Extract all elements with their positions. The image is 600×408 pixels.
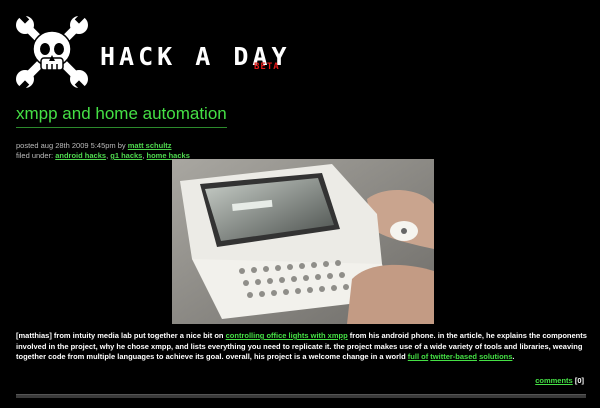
twitter-based-link[interactable]: twitter-based (430, 352, 477, 361)
post-image-phone (172, 159, 434, 324)
post-divider (16, 394, 586, 398)
comments-count: [0] (574, 376, 584, 385)
post-byline: posted aug 28th 2009 5:45pm by matt schu… (16, 141, 586, 151)
post-title-link[interactable]: xmpp and home automation (16, 104, 227, 128)
body-text-end: . (512, 352, 515, 361)
category-link-g1-hacks[interactable]: g1 hacks (110, 151, 142, 160)
body-text-1: [matthias] from intuity media lab put to… (16, 331, 224, 340)
full-of-link[interactable]: full of (408, 352, 428, 361)
author-link[interactable]: matt schultz (128, 141, 172, 150)
filed-under-label: filed under: (16, 151, 54, 160)
posted-date-text: posted aug 28th 2009 5:45pm by (16, 141, 126, 150)
comments-area: comments [0] (535, 376, 584, 385)
controlling-office-lights-link[interactable]: controlling office lights with xmpp (226, 331, 348, 340)
solutions-link[interactable]: solutions (479, 352, 512, 361)
post-body-text: [matthias] from intuity media lab put to… (16, 331, 588, 363)
category-link-android-hacks[interactable]: android hacks (55, 151, 106, 160)
comments-link[interactable]: comments (535, 376, 573, 385)
site-header: HACK A DAY BETA (0, 0, 600, 100)
skull-crossed-wrenches-logo-icon[interactable] (16, 13, 88, 91)
post-entry: xmpp and home automation posted aug 28th… (16, 104, 586, 161)
beta-badge: BETA (254, 62, 280, 72)
